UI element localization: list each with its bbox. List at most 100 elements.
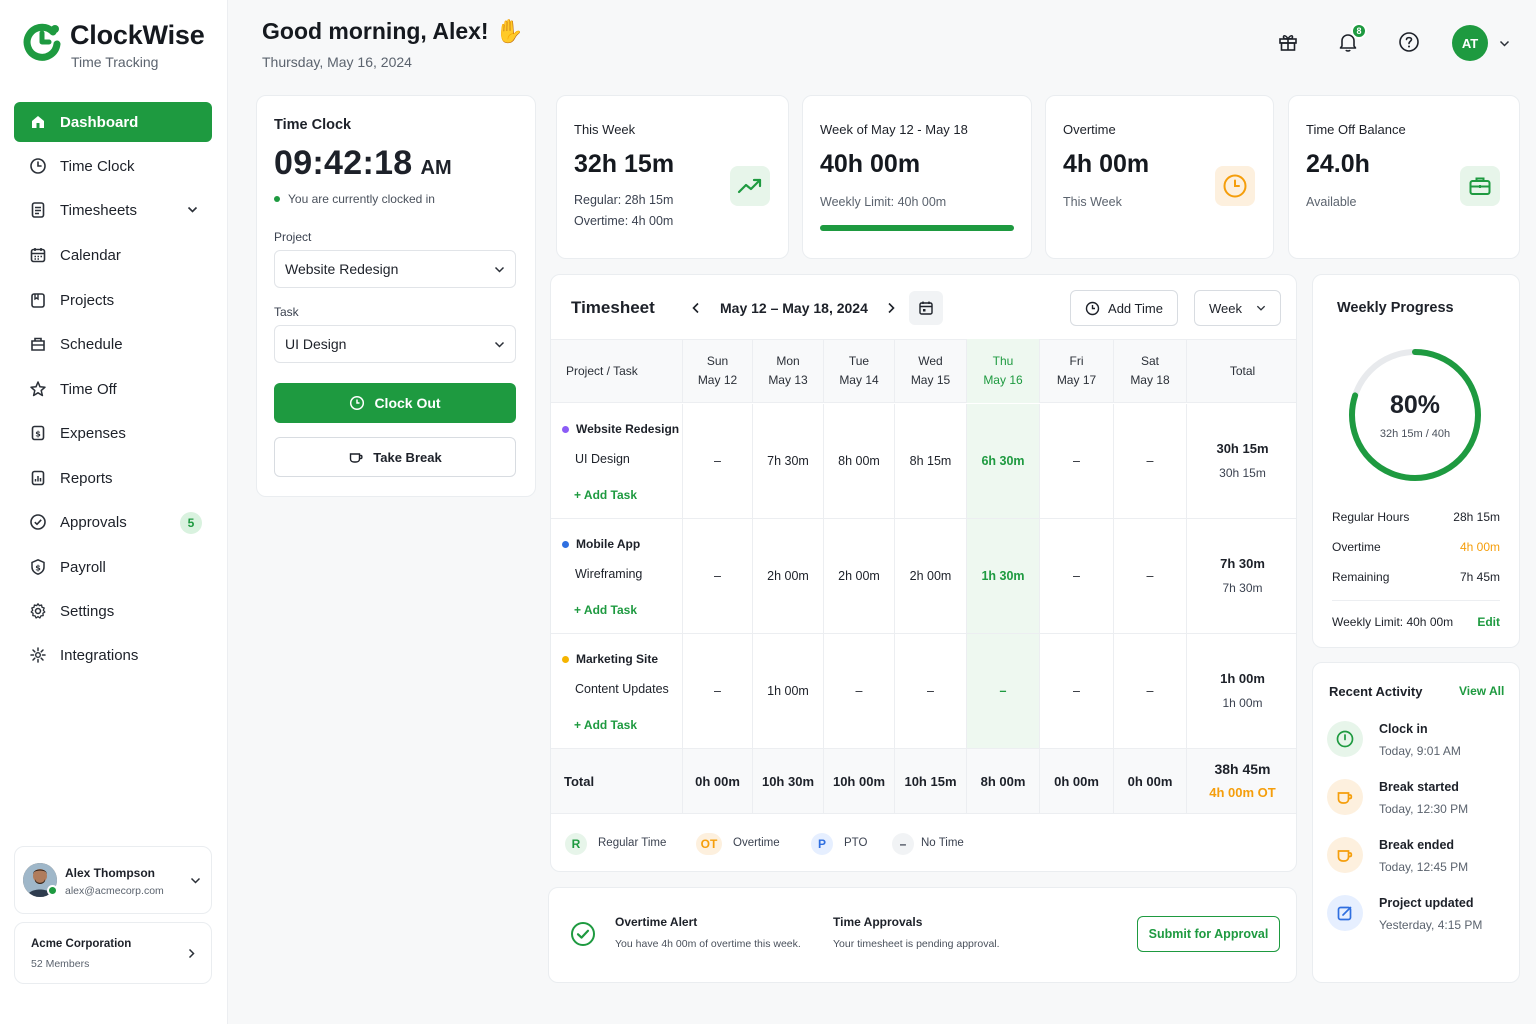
svg-text:$: $ bbox=[35, 430, 41, 439]
activity-time: Today, 9:01 AM bbox=[1379, 744, 1461, 758]
sidebar-item-calendar[interactable]: Calendar bbox=[14, 235, 212, 275]
sidebar-item-expenses[interactable]: $ Expenses bbox=[14, 413, 212, 453]
add-task-link[interactable]: + Add Task bbox=[574, 603, 637, 617]
view-select[interactable]: Week bbox=[1194, 290, 1281, 326]
chevron-down-icon[interactable] bbox=[1499, 38, 1510, 49]
row-total: 30h 15m bbox=[1216, 441, 1269, 456]
chevron-down-icon bbox=[190, 875, 201, 886]
time-entry-cell[interactable]: – bbox=[1113, 404, 1186, 518]
edit-limit-link[interactable]: Edit bbox=[1477, 615, 1500, 629]
clock-icon bbox=[349, 395, 365, 411]
sidebar-item-timesheets[interactable]: Timesheets bbox=[14, 190, 212, 230]
sidebar-item-label: Integrations bbox=[60, 646, 139, 664]
organization-members: 52 Members bbox=[31, 958, 90, 970]
time-entry-cell[interactable]: – bbox=[1039, 634, 1113, 748]
add-task-link[interactable]: + Add Task bbox=[574, 488, 637, 502]
stat-regular: Regular: 28h 15m bbox=[574, 193, 674, 207]
time-entry-cell[interactable]: – bbox=[1039, 519, 1113, 633]
legend-badge-no-time: – bbox=[892, 833, 914, 855]
puzzle-icon bbox=[29, 646, 47, 664]
time-entry-cell[interactable]: – bbox=[682, 404, 752, 518]
home-icon bbox=[29, 113, 47, 131]
greeting: Good morning, Alex! ✋ bbox=[262, 18, 524, 44]
weekly-limit-text: Weekly Limit: 40h 00m bbox=[1332, 615, 1454, 629]
sidebar-item-label: Dashboard bbox=[60, 113, 139, 131]
take-break-button[interactable]: Take Break bbox=[274, 437, 516, 477]
time-entry-cell[interactable]: 1h 00m bbox=[752, 634, 823, 748]
time-entry-cell[interactable]: 2h 00m bbox=[752, 519, 823, 633]
time-entry-cell[interactable]: 8h 00m bbox=[823, 404, 894, 518]
day-date: May 18 bbox=[1130, 373, 1170, 387]
add-time-button[interactable]: Add Time bbox=[1070, 290, 1178, 326]
online-status-dot bbox=[47, 885, 58, 896]
folder-icon bbox=[29, 291, 47, 309]
chevron-right-icon[interactable] bbox=[885, 302, 897, 314]
time-entry-cell[interactable]: 1h 30m bbox=[966, 519, 1039, 633]
this-week-card: This Week 32h 15m Regular: 28h 15m Overt… bbox=[556, 95, 789, 259]
day-total-cell: 0h 00m bbox=[682, 749, 752, 813]
project-select[interactable]: Website Redesign bbox=[274, 250, 516, 288]
calendar-picker-button[interactable] bbox=[909, 291, 943, 325]
sidebar-item-approvals[interactable]: Approvals 5 bbox=[14, 502, 212, 542]
user-avatar-button[interactable]: AT bbox=[1452, 25, 1488, 61]
column-header-tue: Tue May 14 bbox=[823, 339, 894, 403]
sidebar-item-label: Time Clock bbox=[60, 157, 135, 175]
sidebar-item-dashboard[interactable]: Dashboard bbox=[14, 102, 212, 142]
status-dot bbox=[274, 196, 280, 202]
sidebar-item-integrations[interactable]: Integrations bbox=[14, 635, 212, 675]
stat-sub: Available bbox=[1306, 195, 1357, 209]
sidebar-item-reports[interactable]: Reports bbox=[14, 458, 212, 498]
sidebar-item-payroll[interactable]: $ Payroll bbox=[14, 547, 212, 587]
time-entry-cell[interactable]: 7h 30m bbox=[752, 404, 823, 518]
star-icon bbox=[29, 380, 47, 398]
chevron-down-icon bbox=[494, 339, 505, 350]
time-entry-cell[interactable]: – bbox=[894, 634, 966, 748]
day-date: May 13 bbox=[768, 373, 808, 387]
time-entry-cell[interactable]: 2h 00m bbox=[894, 519, 966, 633]
time-entry-cell[interactable]: 2h 00m bbox=[823, 519, 894, 633]
task-name: UI Design bbox=[575, 452, 630, 466]
sidebar-item-settings[interactable]: Settings bbox=[14, 591, 212, 631]
time-entry-cell[interactable]: – bbox=[682, 634, 752, 748]
sidebar-item-time-clock[interactable]: Time Clock bbox=[14, 146, 212, 186]
sidebar-item-time-off[interactable]: Time Off bbox=[14, 369, 212, 409]
stat-label: This Week bbox=[574, 122, 636, 137]
overtime-card: Overtime 4h 00m This Week bbox=[1045, 95, 1274, 259]
activity-title: Project updated bbox=[1379, 896, 1474, 910]
clock-out-button[interactable]: Clock Out bbox=[274, 383, 516, 423]
time-entry-cell[interactable]: 6h 30m bbox=[966, 404, 1039, 518]
time-entry-cell[interactable]: – bbox=[1039, 404, 1113, 518]
time-entry-cell[interactable]: – bbox=[682, 519, 752, 633]
project-color-dot bbox=[562, 540, 569, 548]
timesheet-card: Timesheet May 12 – May 18, 2024 Add Time… bbox=[550, 274, 1297, 872]
day-total-cell: 10h 00m bbox=[823, 749, 894, 813]
sidebar-item-projects[interactable]: Projects bbox=[14, 280, 212, 320]
sidebar: ClockWise Time Tracking Dashboard Time C… bbox=[0, 0, 228, 1024]
user-card[interactable]: Alex Thompson alex@acmecorp.com bbox=[14, 846, 212, 914]
current-time: 09:42:18 AM bbox=[274, 144, 452, 182]
task-select[interactable]: UI Design bbox=[274, 325, 516, 363]
time-entry-cell[interactable]: – bbox=[966, 634, 1039, 748]
column-header-fri: Fri May 17 bbox=[1039, 339, 1113, 403]
sidebar-item-schedule[interactable]: Schedule bbox=[14, 324, 212, 364]
weekly-limit-progress-fill bbox=[820, 225, 1014, 231]
week-range-card: Week of May 12 - May 18 40h 00m Weekly L… bbox=[802, 95, 1032, 259]
sidebar-item-label: Reports bbox=[60, 469, 113, 487]
add-task-link[interactable]: + Add Task bbox=[574, 718, 637, 732]
stat-value: 40h 00m bbox=[820, 150, 921, 178]
time-entry-cell[interactable]: – bbox=[1113, 634, 1186, 748]
time-entry-cell[interactable]: – bbox=[1113, 519, 1186, 633]
time-entry-cell[interactable]: 8h 15m bbox=[894, 404, 966, 518]
time-entry-cell[interactable]: – bbox=[823, 634, 894, 748]
row-total-cell: 1h 00m 1h 00m bbox=[1186, 634, 1296, 748]
gift-icon[interactable] bbox=[1277, 31, 1299, 53]
time-off-balance-card: Time Off Balance 24.0h Available bbox=[1288, 95, 1520, 259]
submit-for-approval-button[interactable]: Submit for Approval bbox=[1137, 916, 1280, 952]
chevron-left-icon[interactable] bbox=[690, 302, 702, 314]
grand-total-cell: 38h 45m 4h 00m OT bbox=[1186, 749, 1296, 813]
overtime-alert-text: You have 4h 00m of overtime this week. bbox=[615, 938, 801, 950]
organization-name: Acme Corporation bbox=[31, 938, 132, 950]
organization-card[interactable]: Acme Corporation 52 Members bbox=[14, 922, 212, 984]
help-icon[interactable] bbox=[1398, 31, 1420, 53]
view-all-link[interactable]: View All bbox=[1459, 684, 1504, 698]
